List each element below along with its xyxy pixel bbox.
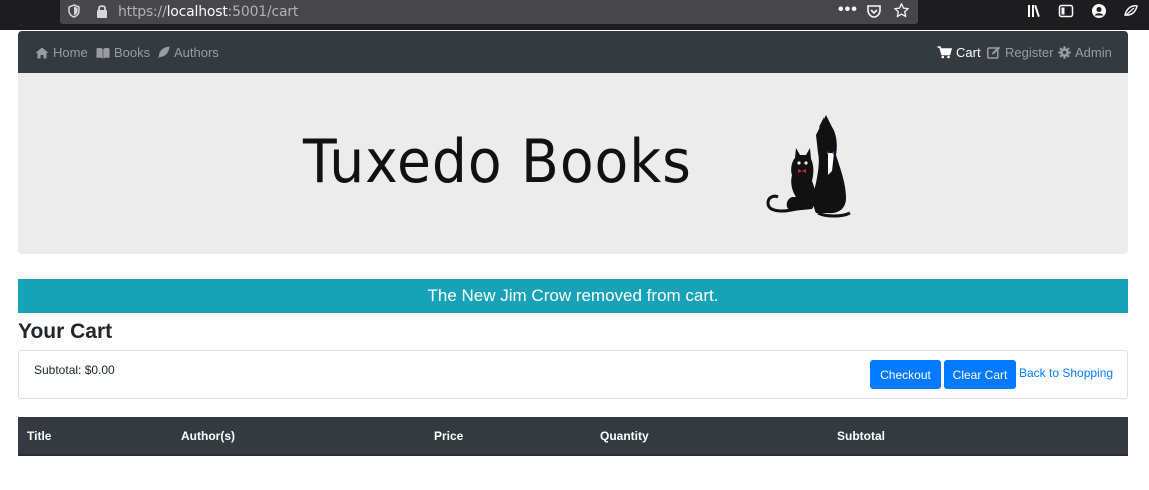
cart-table-header: Title Author(s) Price Quantity Subtotal: [18, 417, 1128, 456]
url-text[interactable]: https://localhost:5001/cart: [118, 4, 298, 20]
nav-books-label: Books: [114, 45, 151, 60]
browser-toolbar: https://localhost:5001/cart •••: [0, 0, 1149, 30]
tuxedo-cats-logo-icon: [766, 115, 851, 218]
pocket-icon[interactable]: [866, 3, 882, 19]
cart-alert: The New Jim Crow removed from cart.: [18, 279, 1128, 313]
tracking-shield-icon[interactable]: [68, 4, 80, 18]
home-icon: [35, 47, 49, 58]
gear-icon: [1058, 46, 1071, 59]
nav-authors-label: Authors: [174, 45, 219, 60]
column-authors: Author(s): [181, 429, 235, 443]
address-bar[interactable]: https://localhost:5001/cart •••: [60, 0, 918, 24]
nav-register[interactable]: Register: [987, 45, 1053, 60]
logo-text: Tuxedo Books: [303, 127, 692, 197]
nav-home-label: Home: [53, 45, 88, 60]
shopping-cart-icon: [937, 46, 952, 59]
edit-icon: [987, 46, 1000, 59]
main-navbar: Home Books Authors Cart Register Admin: [18, 31, 1128, 73]
column-subtotal: Subtotal: [837, 429, 885, 443]
nav-cart-label: Cart: [956, 45, 981, 60]
banner: Tuxedo Books: [18, 73, 1128, 254]
cart-summary-card: Subtotal: $0.00 Checkout Clear Cart Back…: [18, 350, 1128, 399]
nav-home[interactable]: Home: [35, 45, 88, 60]
sidebar-icon[interactable]: [1058, 3, 1074, 19]
nav-admin[interactable]: Admin: [1058, 45, 1112, 60]
column-title: Title: [27, 429, 52, 443]
nav-cart[interactable]: Cart: [937, 45, 981, 60]
nav-admin-label: Admin: [1075, 45, 1112, 60]
bookmark-star-icon[interactable]: [893, 2, 910, 19]
page-actions-icon[interactable]: •••: [838, 1, 858, 19]
nav-register-label: Register: [1005, 45, 1054, 60]
feather-icon: [158, 46, 170, 59]
page-title: Your Cart: [18, 320, 113, 343]
checkout-button[interactable]: Checkout: [870, 360, 941, 389]
back-to-shopping-link[interactable]: Back to Shopping: [1019, 366, 1113, 380]
column-price: Price: [434, 429, 464, 443]
lock-icon[interactable]: [96, 4, 108, 18]
book-open-icon: [96, 47, 110, 58]
cart-subtotal: Subtotal: $0.00: [34, 363, 115, 377]
library-icon[interactable]: [1027, 3, 1043, 19]
clear-cart-button[interactable]: Clear Cart: [944, 360, 1016, 389]
extension-icon[interactable]: [1123, 3, 1139, 19]
column-quantity: Quantity: [600, 429, 649, 443]
account-icon[interactable]: [1091, 3, 1107, 19]
nav-authors[interactable]: Authors: [157, 45, 219, 60]
nav-books[interactable]: Books: [96, 45, 150, 60]
